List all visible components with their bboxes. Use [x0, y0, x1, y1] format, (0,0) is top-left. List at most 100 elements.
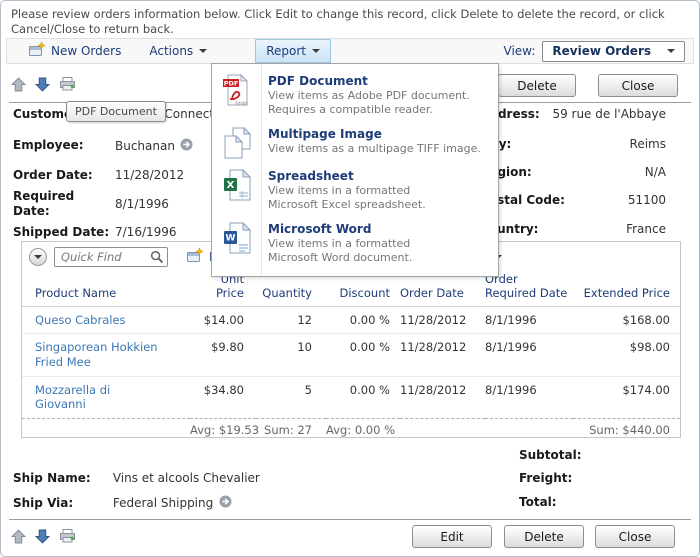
ship-via-label: Ship Via: — [13, 496, 74, 510]
edit-button[interactable]: Edit — [412, 525, 492, 548]
report-menu-button[interactable]: Report — [255, 39, 331, 63]
field-required-date: Required Date: 8/1/1996 — [13, 189, 169, 219]
discount-average: Avg: 0.00 % — [326, 418, 400, 441]
view-area: View: Review Orders — [503, 40, 694, 62]
go-arrow-icon[interactable] — [180, 138, 193, 154]
ship-name-row: Ship Name: Vins et alcools Chevalier — [13, 471, 260, 485]
field-shipped-date: Shipped Date: 7/16/1996 — [13, 225, 177, 240]
record-nav-bottom — [11, 528, 76, 544]
quantity-sum: Sum: 27 — [256, 418, 326, 441]
cell-order-date: 11/28/2012 — [400, 382, 467, 397]
cell-discount: 0.00 % — [349, 382, 390, 397]
column-extended-price[interactable]: Extended Price — [573, 271, 680, 307]
field-value: 7/16/1996 — [115, 225, 177, 239]
cell-unit-price: $14.00 — [190, 306, 256, 335]
menu-item-microsoft-word[interactable]: W Microsoft Word View items in a formatt… — [212, 217, 498, 270]
ship-via-value: Federal Shipping — [113, 495, 232, 511]
print-icon[interactable] — [59, 76, 76, 92]
menu-item-pdf-document[interactable]: PDF Adobe PDF Document View items as Adob… — [212, 69, 498, 122]
product-link[interactable]: Mozzarella di Giovanni — [35, 383, 110, 412]
search-icon[interactable] — [150, 250, 164, 267]
word-icon: W — [221, 222, 253, 265]
menu-item-description: View items in a formatted Microsoft Word… — [268, 237, 413, 265]
field-label: Order Date: — [13, 168, 93, 182]
column-product-name[interactable]: Product Name — [22, 271, 190, 307]
actions-label: Actions — [149, 44, 194, 58]
close-button[interactable]: Close — [595, 525, 675, 548]
menu-item-spreadsheet[interactable]: X Spreadsheet View items in a formatted … — [212, 164, 498, 217]
pdf-icon: PDF Adobe — [221, 74, 253, 117]
multipage-image-icon — [221, 127, 253, 159]
menu-item-multipage-image[interactable]: Multipage Image View items as a multipag… — [212, 122, 498, 164]
field-value: 11/28/2012 — [115, 168, 185, 182]
order-details-table: Product Name Unit Price Quantity Discoun… — [22, 271, 680, 441]
delete-button[interactable]: Delete — [504, 525, 584, 548]
go-arrow-icon[interactable] — [219, 495, 232, 511]
freight-label: Freight: — [519, 471, 573, 485]
field-label: Shipped Date: — [13, 225, 110, 239]
actions-menu-button[interactable]: Actions — [139, 39, 217, 63]
delete-button[interactable]: Delete — [498, 74, 576, 97]
svg-text:W: W — [226, 234, 236, 244]
cell-required-date: 8/1/1996 — [485, 306, 573, 335]
new-orders-label: New Orders — [51, 44, 122, 58]
cell-extended-price: $174.00 — [622, 382, 670, 397]
previous-record-icon[interactable] — [11, 528, 26, 544]
cell-order-date: 11/28/2012 — [400, 333, 485, 377]
next-record-icon[interactable] — [35, 77, 50, 92]
table-row[interactable]: Mozzarella di Giovanni $34.80 5 0.00 % 1… — [22, 376, 680, 418]
previous-record-icon[interactable] — [11, 76, 26, 92]
cell-quantity: 12 — [256, 306, 326, 335]
field-value: Reims — [629, 137, 666, 151]
menu-item-text: PDF Document View items as Adobe PDF doc… — [268, 74, 470, 117]
extended-price-sum: Sum: $440.00 — [573, 418, 680, 441]
menu-item-title: Spreadsheet — [268, 169, 354, 184]
quick-find — [54, 246, 168, 267]
cell-required-date: 8/1/1996 — [485, 333, 573, 377]
review-orders-page: Please review orders information below. … — [0, 0, 700, 557]
view-label: View: — [503, 44, 536, 58]
table-row[interactable]: Queso Cabrales $14.00 12 0.00 % 11/28/20… — [22, 306, 680, 335]
ship-via-row: Ship Via: Federal Shipping — [13, 495, 232, 511]
tooltip: PDF Document — [66, 101, 166, 122]
menu-item-description: View items in a formatted Microsoft Exce… — [268, 184, 426, 212]
svg-text:Adobe: Adobe — [235, 101, 248, 106]
field-employee: Employee: Buchanan — [13, 138, 193, 153]
view-selector[interactable]: Review Orders — [542, 40, 685, 62]
chevron-down-icon — [311, 49, 320, 53]
product-link[interactable]: Singaporean Hokkien Fried Mee — [35, 340, 158, 369]
next-record-icon[interactable] — [35, 529, 50, 544]
svg-text:X: X — [227, 180, 235, 191]
cell-extended-price: $168.00 — [573, 306, 680, 335]
cell-unit-price: $34.80 — [203, 382, 244, 397]
ship-via-text: Federal Shipping — [112, 496, 214, 510]
field-value: Buchanan — [115, 138, 193, 154]
svg-text:PDF: PDF — [224, 80, 239, 88]
table-row[interactable]: Singaporean Hokkien Fried Mee $9.80 10 0… — [22, 333, 680, 377]
cell-quantity: 5 — [304, 382, 312, 397]
menu-item-title: PDF Document — [268, 74, 368, 88]
menu-item-title: Microsoft Word — [268, 222, 372, 237]
search-options-toggle[interactable] — [29, 247, 47, 266]
menu-item-title: Multipage Image — [268, 127, 382, 142]
divider — [9, 519, 691, 520]
main-toolbar: New Orders Actions Report View: Review O… — [6, 38, 694, 64]
employee-value: Buchanan — [115, 139, 175, 153]
cell-required-date: 8/1/1996 — [485, 382, 537, 397]
chevron-down-icon — [34, 254, 42, 259]
cell-order-date: 11/28/2012 — [400, 306, 485, 335]
new-item-icon — [29, 41, 46, 60]
print-icon[interactable] — [59, 528, 76, 544]
report-label: Report — [266, 44, 306, 58]
cell-extended-price: $98.00 — [573, 333, 680, 377]
field-value: N/A — [644, 165, 666, 179]
field-value: 59 rue de l'Abbaye — [552, 107, 666, 121]
cell-discount: 0.00 % — [326, 306, 400, 335]
new-orders-button[interactable]: New Orders — [19, 39, 131, 63]
cell-discount: 0.00 % — [326, 333, 400, 377]
excel-icon: X — [221, 169, 253, 212]
cell-unit-price: $9.80 — [190, 333, 256, 377]
close-button[interactable]: Close — [598, 74, 678, 97]
product-link[interactable]: Queso Cabrales — [35, 313, 126, 327]
field-label: Required Date: — [13, 189, 75, 218]
